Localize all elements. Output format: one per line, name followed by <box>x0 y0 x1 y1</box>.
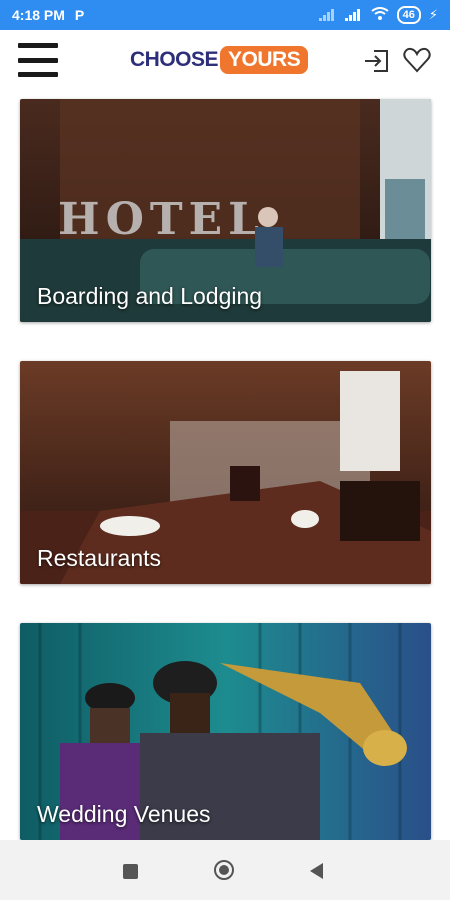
app-logo: CHOOSE YOURS <box>130 45 309 75</box>
signal-icon <box>318 9 337 21</box>
system-nav-bar <box>0 840 450 900</box>
triangle-back-icon[interactable] <box>310 863 323 879</box>
wifi-icon <box>371 6 389 24</box>
category-title: Restaurants <box>37 545 162 571</box>
square-recents-icon[interactable] <box>123 864 138 879</box>
login-icon[interactable] <box>362 46 392 76</box>
status-time: 4:18 PM <box>12 7 65 23</box>
battery-icon: 46 <box>396 6 421 24</box>
app-header: CHOOSE YOURS <box>0 30 450 92</box>
category-title: Wedding Venues <box>37 801 211 827</box>
category-title: Boarding and Lodging <box>37 283 263 309</box>
charging-icon: ⚡ <box>428 7 438 22</box>
logo-yours-text: YOURS <box>220 46 309 74</box>
category-card-lodging[interactable]: HOTEL Boarding and Lodging <box>20 99 431 322</box>
category-card-restaurants[interactable]: Restaurants <box>20 361 431 584</box>
svg-text:HOTEL: HOTEL <box>58 194 265 245</box>
hamburger-menu-icon[interactable] <box>18 43 58 77</box>
category-card-wedding-venues[interactable]: Wedding Venues <box>20 623 431 840</box>
status-bar: 4:18 PM P 46 ⚡ <box>0 0 450 30</box>
signal-icon <box>344 9 363 21</box>
battery-level: 46 <box>402 9 415 21</box>
logo-choose-text: CHOOSE <box>130 48 219 71</box>
circle-home-icon[interactable] <box>214 860 234 880</box>
parking-p-icon: P <box>74 7 85 23</box>
heart-icon[interactable] <box>402 45 432 75</box>
